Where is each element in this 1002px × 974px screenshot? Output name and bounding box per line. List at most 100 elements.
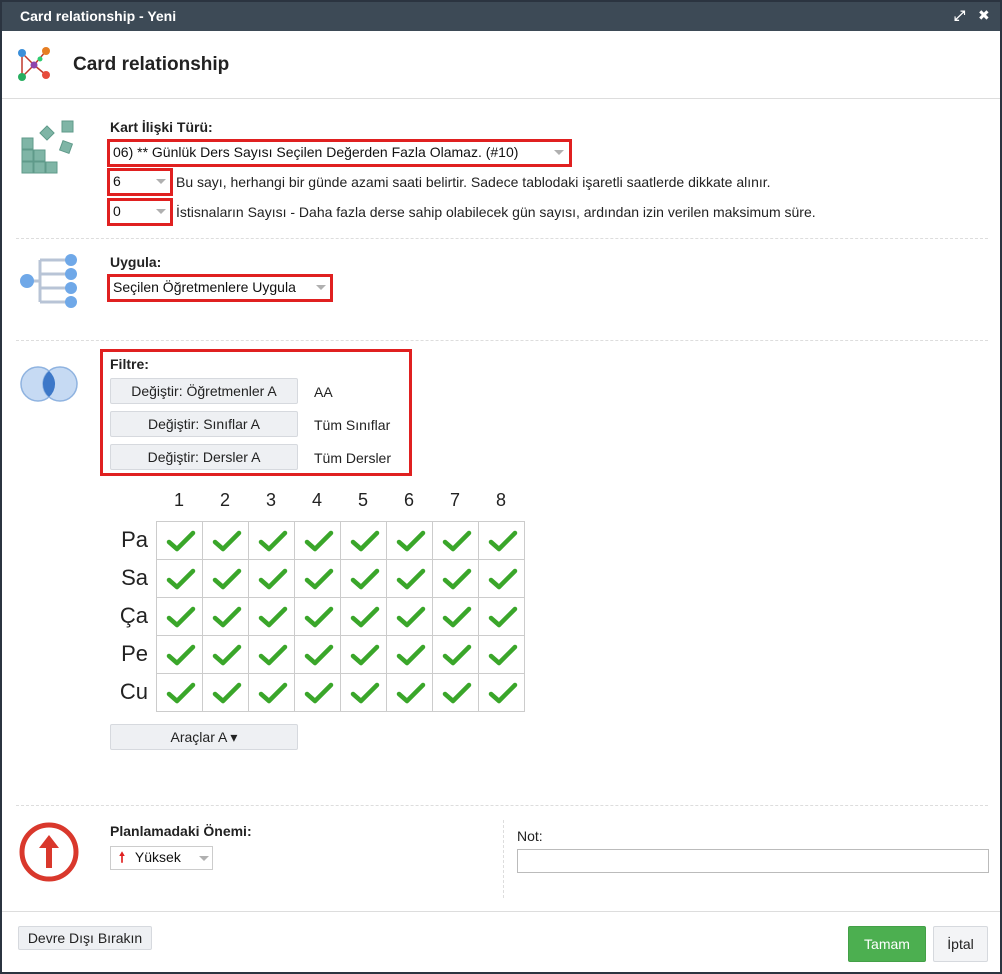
chevron-down-icon: [156, 179, 166, 184]
grid-cell[interactable]: [202, 521, 249, 560]
grid-cell[interactable]: [248, 673, 295, 712]
grid-cell[interactable]: [340, 673, 387, 712]
change-classes-button[interactable]: Değiştir: Sınıflar A: [110, 411, 298, 437]
grid-cell[interactable]: [294, 521, 341, 560]
grid-row-header[interactable]: Pe: [110, 641, 148, 667]
checkmark-icon: [350, 682, 380, 704]
grid-column-header[interactable]: 3: [248, 490, 294, 511]
checkmark-icon: [396, 606, 426, 628]
grid-cell[interactable]: [202, 559, 249, 598]
checkmark-icon: [304, 530, 334, 552]
grid-cell[interactable]: [386, 521, 433, 560]
grid-cell[interactable]: [432, 673, 479, 712]
expand-icon[interactable]: ⤢: [954, 7, 965, 24]
checkmark-icon: [166, 568, 196, 590]
grid-cell[interactable]: [432, 559, 479, 598]
grid-cell[interactable]: [432, 635, 479, 674]
tools-button[interactable]: Araçlar A ▾: [110, 724, 298, 750]
checkmark-icon: [166, 530, 196, 552]
checkmark-icon: [304, 682, 334, 704]
grid-cell[interactable]: [156, 521, 203, 560]
grid-cell[interactable]: [156, 559, 203, 598]
grid-cell[interactable]: [294, 635, 341, 674]
grid-cell[interactable]: [156, 635, 203, 674]
grid-cell[interactable]: [248, 559, 295, 598]
grid-cell[interactable]: [202, 673, 249, 712]
grid-cell[interactable]: [478, 521, 525, 560]
change-teachers-button[interactable]: Değiştir: Öğretmenler A: [110, 378, 298, 404]
max-value-hint: Bu sayı, herhangi bir günde azami saati …: [176, 174, 771, 190]
grid-row-header[interactable]: Sa: [110, 565, 148, 591]
grid-cell[interactable]: [478, 597, 525, 636]
grid-cell[interactable]: [156, 673, 203, 712]
section-divider: [16, 238, 988, 239]
apply-select[interactable]: Seçilen Öğretmenlere Uygula: [110, 277, 330, 299]
importance-value: Yüksek: [134, 849, 181, 865]
relation-type-label: Kart İlişki Türü:: [110, 119, 213, 135]
grid-cell[interactable]: [248, 635, 295, 674]
grid-cell[interactable]: [156, 597, 203, 636]
checkmark-icon: [396, 568, 426, 590]
checkmark-icon: [212, 606, 242, 628]
ok-button[interactable]: Tamam: [848, 926, 926, 962]
cancel-button[interactable]: İptal: [933, 926, 988, 962]
filter-teachers-value: AA: [314, 384, 333, 400]
disable-button[interactable]: Devre Dışı Bırakın: [18, 926, 152, 950]
grid-column-header[interactable]: 7: [432, 490, 478, 511]
close-icon[interactable]: ✖: [978, 7, 990, 24]
checkmark-icon: [212, 530, 242, 552]
grid-cell[interactable]: [248, 521, 295, 560]
grid-row-header[interactable]: Pa: [110, 527, 148, 553]
grid-column-header[interactable]: 4: [294, 490, 340, 511]
title-bar[interactable]: Card relationship - Yeni ⤢ ✖: [2, 2, 1000, 31]
grid-cell[interactable]: [202, 597, 249, 636]
note-label: Not:: [517, 828, 543, 844]
header: Card relationship: [2, 31, 1000, 99]
grid-cell[interactable]: [248, 597, 295, 636]
grid-cell[interactable]: [386, 559, 433, 598]
grid-cell[interactable]: [340, 597, 387, 636]
grid-cell[interactable]: [202, 635, 249, 674]
grid-cell[interactable]: [294, 673, 341, 712]
grid-cell[interactable]: [432, 597, 479, 636]
checkmark-icon: [442, 682, 472, 704]
grid-cell[interactable]: [340, 521, 387, 560]
grid-column-header[interactable]: 5: [340, 490, 386, 511]
grid-column-header[interactable]: 1: [156, 490, 202, 511]
grid-cell[interactable]: [478, 673, 525, 712]
checkmark-icon: [166, 682, 196, 704]
grid-cell[interactable]: [386, 673, 433, 712]
relation-type-select[interactable]: 06) ** Günlük Ders Sayısı Seçilen Değerd…: [110, 142, 569, 164]
note-input[interactable]: [517, 849, 989, 873]
checkmark-icon: [166, 606, 196, 628]
grid-row-header[interactable]: Cu: [110, 679, 148, 705]
checkmark-icon: [396, 530, 426, 552]
grid-cell[interactable]: [478, 635, 525, 674]
filter-subjects-value: Tüm Dersler: [314, 450, 392, 466]
vertical-divider: [503, 820, 504, 898]
checkmark-icon: [212, 644, 242, 666]
checkmark-icon: [396, 682, 426, 704]
grid-cell[interactable]: [294, 597, 341, 636]
grid-cell[interactable]: [432, 521, 479, 560]
checkmark-icon: [258, 530, 288, 552]
checkmark-icon: [304, 644, 334, 666]
grid-cell[interactable]: [386, 597, 433, 636]
max-value-select[interactable]: 6: [110, 171, 170, 193]
grid-column-header[interactable]: 8: [478, 490, 524, 511]
grid-cell[interactable]: [478, 559, 525, 598]
importance-select[interactable]: 🠕 Yüksek: [110, 846, 213, 870]
arrow-up-icon: 🠕: [119, 849, 126, 865]
grid-row-header[interactable]: Ça: [110, 603, 148, 629]
checkmark-icon: [488, 606, 518, 628]
grid-column-header[interactable]: 6: [386, 490, 432, 511]
apply-value: Seçilen Öğretmenlere Uygula: [113, 279, 296, 295]
exceptions-select[interactable]: 0: [110, 201, 170, 223]
grid-cell[interactable]: [386, 635, 433, 674]
grid-column-header[interactable]: 2: [202, 490, 248, 511]
grid-cell[interactable]: [340, 635, 387, 674]
grid-cell[interactable]: [340, 559, 387, 598]
grid-cell[interactable]: [294, 559, 341, 598]
change-subjects-button[interactable]: Değiştir: Dersler A: [110, 444, 298, 470]
blocks-icon: [21, 120, 74, 174]
